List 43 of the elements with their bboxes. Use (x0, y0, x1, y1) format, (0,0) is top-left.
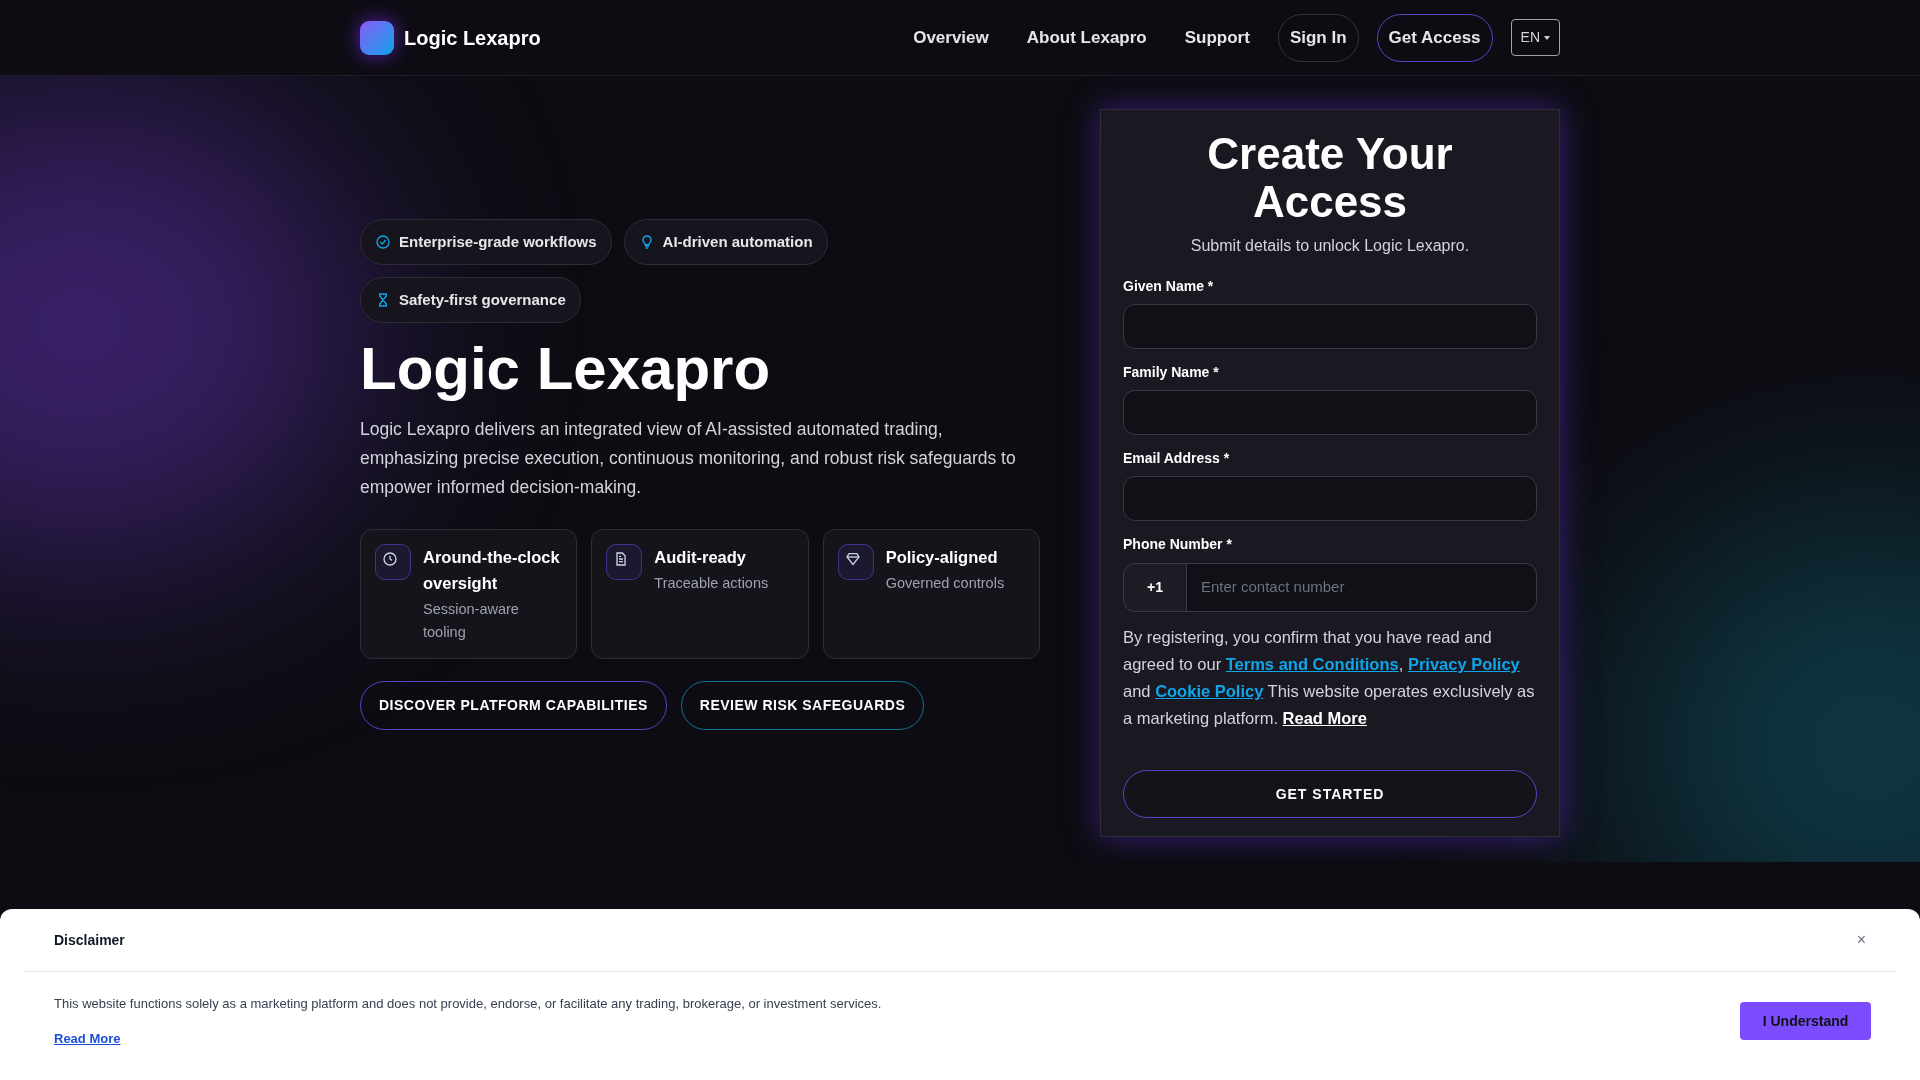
policy-link[interactable]: Cookie Policy (1155, 682, 1264, 700)
policy-link[interactable]: Terms and Conditions (1225, 655, 1399, 673)
read-more-link[interactable]: Read More (1282, 709, 1367, 727)
field-label: Email Address * (1123, 449, 1231, 468)
consent-text: By registering, you confirm that you have read and agreed to our Terms and Conditions, Privacy Policy and Cookie Policy This website operates exclusively as a marketing platform. Read More (1123, 627, 1536, 729)
country-code[interactable]: +1 (1123, 563, 1187, 612)
disclaimer-text: This website functions solely as a marketing platform and does not provide, endorse, or facilitate any trading, brokerage, or investment services. (54, 995, 882, 1013)
hero-title: Logic Lexapro (360, 334, 772, 404)
nav-link[interactable]: About Lexapro (1012, 24, 1161, 51)
field-label: Phone Number * (1123, 535, 1233, 554)
text-field[interactable] (1123, 304, 1537, 349)
check-circle-icon (375, 234, 391, 250)
feature-subtitle: Session-aware tooling (423, 600, 520, 642)
field-label: Family Name * (1123, 363, 1220, 382)
text-field[interactable] (1123, 390, 1537, 435)
feature-subtitle: Governed controls (885, 574, 1005, 593)
disclaimer-title: Disclaimer (54, 930, 125, 950)
logo-icon (360, 20, 394, 55)
field-label: Given Name * (1123, 277, 1215, 296)
understand-button[interactable]: I Understand (1740, 1002, 1871, 1040)
badge-label: AI-driven automation (662, 231, 813, 252)
nav-link[interactable]: Overview (899, 24, 1003, 51)
get-started-button[interactable]: GET STARTED (1123, 770, 1537, 818)
language-select[interactable]: EN (1510, 19, 1560, 56)
feature-title: Audit-ready (654, 547, 747, 568)
read-more-link[interactable]: Read More (54, 1028, 121, 1048)
clock-icon (382, 551, 398, 567)
form-title: Create Your Access (1206, 130, 1454, 226)
close-button[interactable]: × (1856, 928, 1866, 952)
feature-title: Around-the-clock oversight (423, 547, 561, 594)
feature-subtitle: Traceable actions (654, 574, 769, 593)
policy-link[interactable]: Privacy Policy (1407, 655, 1520, 673)
brand-name: Logic Lexapro (404, 25, 541, 51)
diamond-icon (844, 551, 861, 567)
badge-label: Safety-first governance (399, 289, 566, 310)
caret-icon (1544, 35, 1550, 40)
phone-field[interactable]: Enter contact number (1187, 563, 1537, 612)
badge-label: Enterprise-grade workflows (399, 231, 597, 252)
feature-title: Policy-aligned (885, 547, 999, 568)
nav-link[interactable]: Support (1170, 24, 1264, 51)
text-field[interactable] (1123, 476, 1537, 521)
hero-description: Logic Lexapro delivers an integrated view of AI-assisted automated trading, emphasizing precise execution, continuous monitoring, and robust risk safeguards to empower informed decision-making. (360, 418, 1017, 499)
form-subtitle: Submit details to unlock Logic Lexapro. (1189, 236, 1471, 256)
